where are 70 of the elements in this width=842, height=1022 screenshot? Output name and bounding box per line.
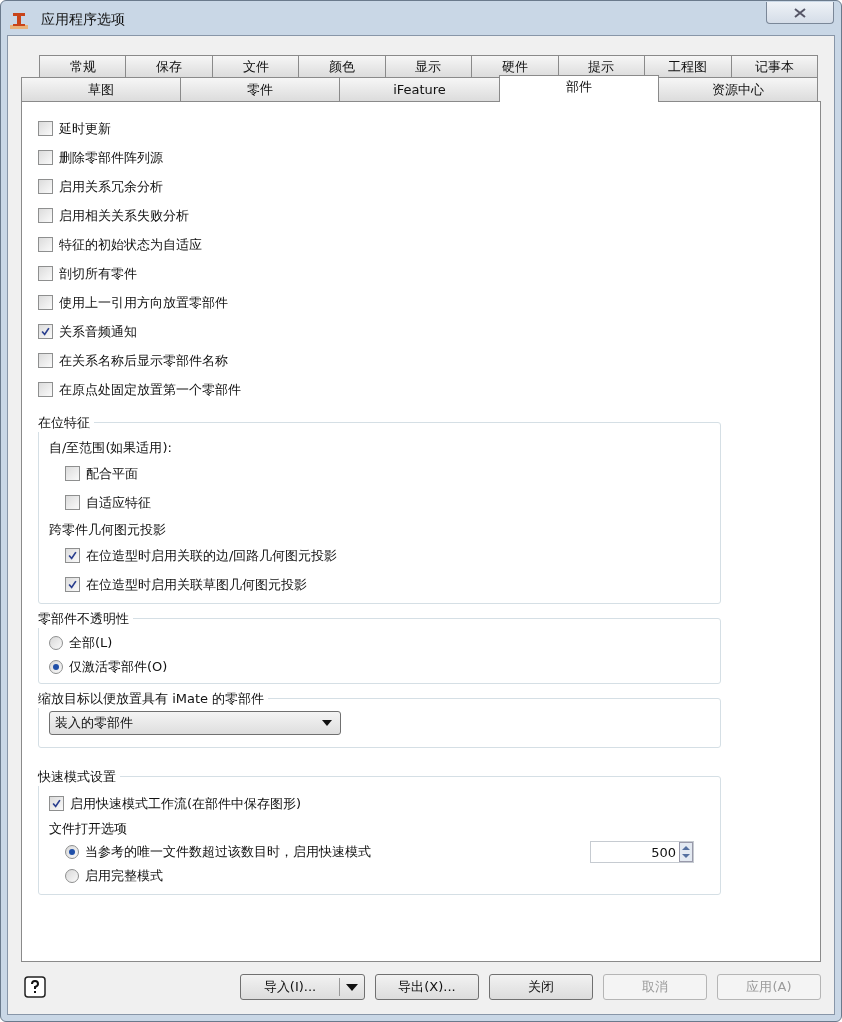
spinner-icon[interactable] bbox=[679, 842, 693, 862]
tab[interactable]: 硬件 bbox=[471, 55, 559, 77]
caret-icon bbox=[322, 720, 332, 726]
radio-button[interactable] bbox=[49, 636, 63, 650]
checkbox[interactable] bbox=[65, 495, 80, 510]
checkbox[interactable] bbox=[38, 121, 53, 136]
tab[interactable]: 部件 bbox=[498, 75, 659, 102]
tab[interactable]: 文件 bbox=[211, 55, 300, 77]
radio-label[interactable]: 仅激活零部件(O) bbox=[69, 658, 168, 676]
checkbox-label[interactable]: 在位造型时启用关联的边/回路几何图元投影 bbox=[86, 546, 338, 565]
tab[interactable]: 常规 bbox=[39, 55, 127, 77]
help-button[interactable] bbox=[24, 976, 46, 998]
checkbox[interactable] bbox=[38, 353, 53, 368]
dialog-button[interactable]: 关闭 bbox=[489, 974, 593, 1000]
checkbox-label[interactable]: 自适应特征 bbox=[86, 493, 151, 512]
group-title: 缩放目标以便放置具有 iMate 的零部件 bbox=[38, 690, 269, 708]
close-icon[interactable] bbox=[794, 7, 806, 18]
radio-label[interactable]: 当参考的唯一文件数超过该数目时，启用快速模式 bbox=[85, 843, 371, 861]
checkbox[interactable] bbox=[49, 796, 64, 811]
checkbox-label[interactable]: 在关系名称后显示零部件名称 bbox=[59, 351, 228, 370]
radio-button[interactable] bbox=[65, 845, 79, 859]
tab[interactable]: iFeature bbox=[339, 77, 500, 101]
tab[interactable]: 工程图 bbox=[644, 55, 732, 77]
close-button[interactable] bbox=[766, 2, 834, 24]
tab[interactable]: 显示 bbox=[384, 55, 473, 77]
section-label: 跨零件几何图元投影 bbox=[49, 521, 167, 539]
dropdown[interactable]: 装入的零部件 bbox=[49, 711, 341, 735]
tab[interactable]: 资源中心 bbox=[657, 77, 818, 101]
tab[interactable]: 记事本 bbox=[730, 55, 818, 77]
checkbox-label[interactable]: 启用关系冗余分析 bbox=[59, 177, 163, 196]
checkbox[interactable] bbox=[65, 577, 80, 592]
checkbox[interactable] bbox=[38, 208, 53, 223]
checkbox[interactable] bbox=[38, 150, 53, 165]
checkbox-label[interactable]: 剖切所有零件 bbox=[59, 264, 137, 283]
dialog-button[interactable]: 导出(X)... bbox=[375, 974, 479, 1000]
radio-button[interactable] bbox=[49, 660, 63, 674]
checkbox-label[interactable]: 配合平面 bbox=[86, 464, 138, 483]
checkbox-label[interactable]: 启用相关关系失败分析 bbox=[59, 206, 189, 225]
checkbox[interactable] bbox=[38, 237, 53, 252]
tab[interactable]: 草图 bbox=[21, 77, 182, 101]
checkbox[interactable] bbox=[38, 179, 53, 194]
checkbox[interactable] bbox=[38, 324, 53, 339]
checkbox-label[interactable]: 关系音频通知 bbox=[59, 322, 137, 341]
radio-button[interactable] bbox=[65, 869, 79, 883]
tab[interactable]: 保存 bbox=[125, 55, 213, 77]
group-title: 快速模式设置 bbox=[38, 768, 120, 786]
section-label: 自/至范围(如果适用): bbox=[49, 439, 173, 457]
checkbox-label[interactable]: 在原点处固定放置第一个零部件 bbox=[59, 380, 241, 399]
section-label: 文件打开选项 bbox=[49, 820, 128, 838]
radio-label[interactable]: 全部(L) bbox=[69, 634, 113, 652]
checkbox-label[interactable]: 删除零部件阵列源 bbox=[59, 148, 163, 167]
tab[interactable]: 零件 bbox=[180, 77, 341, 101]
checkbox[interactable] bbox=[65, 548, 80, 563]
number-field[interactable]: 500 bbox=[590, 841, 694, 863]
split-button[interactable]: 导入(I)... bbox=[240, 974, 365, 1000]
checkbox-label[interactable]: 使用上一引用方向放置零部件 bbox=[59, 293, 228, 312]
checkbox[interactable] bbox=[38, 382, 53, 397]
group-title: 零部件不透明性 bbox=[38, 610, 133, 628]
group-title: 在位特征 bbox=[38, 414, 94, 432]
checkbox-label[interactable]: 特征的初始状态为自适应 bbox=[59, 235, 202, 254]
window-title: 应用程序选项 bbox=[41, 11, 125, 29]
checkbox-label[interactable]: 在位造型时启用关联草图几何图元投影 bbox=[86, 575, 307, 594]
app-icon bbox=[10, 11, 28, 29]
radio-label[interactable]: 启用完整模式 bbox=[85, 867, 163, 885]
checkbox-label[interactable]: 启用快速模式工作流(在部件中保存图形) bbox=[70, 794, 302, 813]
checkbox-label[interactable]: 延时更新 bbox=[59, 119, 111, 138]
checkbox[interactable] bbox=[38, 295, 53, 310]
tab[interactable]: 颜色 bbox=[298, 55, 386, 77]
checkbox[interactable] bbox=[65, 466, 80, 481]
checkbox[interactable] bbox=[38, 266, 53, 281]
